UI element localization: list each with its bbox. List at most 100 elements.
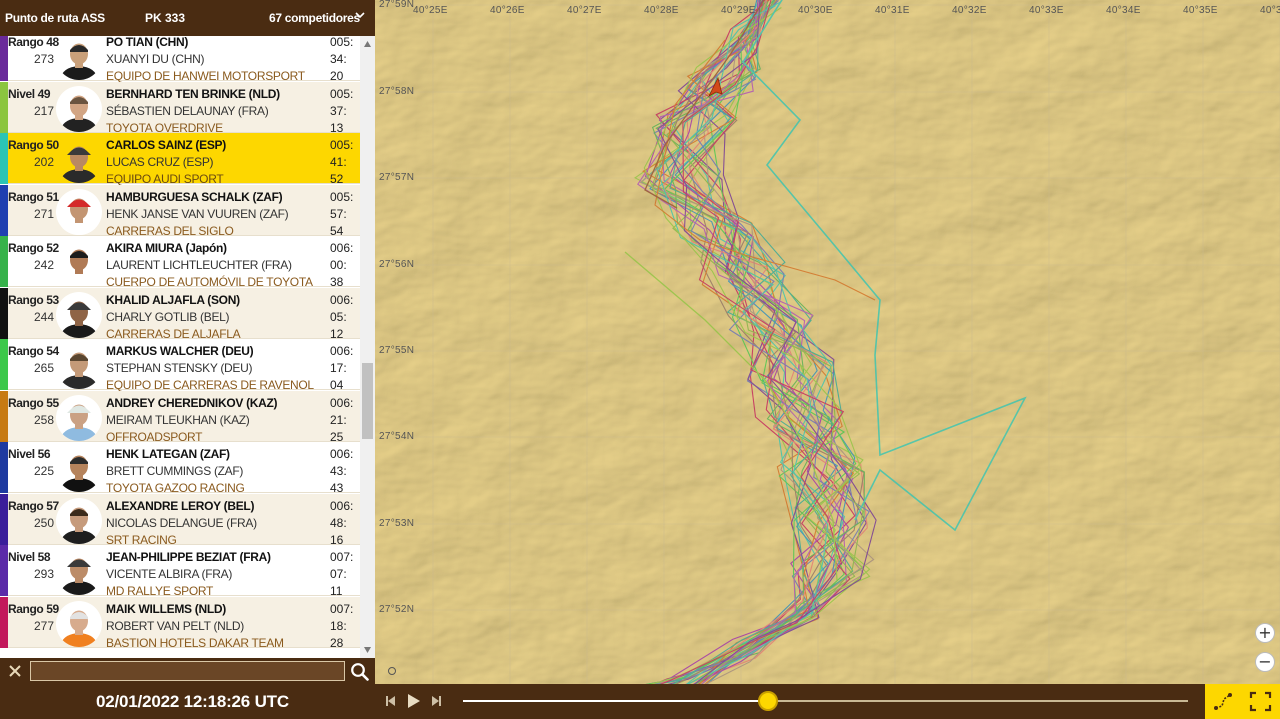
competitor-row[interactable]: Rango 52 242 AKIRA MIURA (Japón) LAURENT… (0, 236, 360, 289)
longitude-label: 40°32E (952, 5, 987, 16)
competitor-row[interactable]: Rango 50 202 CARLOS SAINZ (ESP) LUCAS CR… (0, 133, 360, 186)
latitude-label: 27°58N (379, 86, 415, 97)
split-time-hours: 007: (330, 550, 354, 564)
split-time-minutes: 34: (330, 52, 347, 66)
split-time-hours: 007: (330, 601, 354, 616)
split-time-hours: 005: (330, 189, 354, 204)
skip-back-icon[interactable] (383, 693, 399, 709)
codriver-name: HENK JANSE VAN VUUREN (ZAF) (106, 206, 289, 221)
split-time-minutes: 07: (330, 567, 347, 581)
longitude-label: 40°31E (875, 5, 910, 16)
competitor-row[interactable]: Rango 51 271 HAMBURGUESA SCHALK (ZAF) HE… (0, 184, 360, 238)
team-color-band (0, 596, 8, 648)
competitor-row[interactable]: Rango 53 244 KHALID ALJAFLA (SON) CHARLY… (0, 287, 360, 341)
driver-name: ALEXANDRE LEROY (BEL) (106, 498, 255, 513)
latitude-label: 27°53N (379, 518, 415, 529)
waypoint-selector[interactable]: Punto de ruta ASS (5, 11, 105, 25)
latitude-label: 27°55N (379, 345, 415, 356)
competitor-row[interactable]: Nivel 49 217 BERNHARD TEN BRINKE (NLD) S… (0, 81, 360, 135)
rank-label: Rango 54 (8, 344, 59, 358)
competitor-row[interactable]: Rango 57 250 ALEXANDRE LEROY (BEL) NICOL… (0, 493, 360, 547)
split-time-minutes: 41: (330, 155, 347, 169)
map-view[interactable]: 40°25E 40°26E 40°27E 40°28E 40°29E 40°30E 40°3… (375, 0, 1280, 684)
driver-name: JEAN-PHILIPPE BEZIAT (FRA) (106, 550, 271, 564)
driver-name: CARLOS SAINZ (ESP) (106, 138, 226, 152)
split-time-hours: 006: (330, 241, 354, 255)
avatar (56, 137, 102, 183)
avatar (56, 600, 102, 647)
team-color-band (0, 390, 8, 442)
chevron-down-icon[interactable] (355, 10, 365, 20)
driver-name: HAMBURGUESA SCHALK (ZAF) (106, 189, 283, 204)
codriver-name: LAURENT LICHTLEUCHTER (FRA) (106, 258, 292, 272)
team-color-band (0, 442, 8, 493)
latitude-label: 27°52N (379, 604, 415, 615)
split-time-minutes: 05: (330, 309, 347, 324)
scroll-up-icon[interactable] (363, 40, 372, 48)
competitor-row[interactable]: Rango 59 277 MAIK WILLEMS (NLD) ROBERT V… (0, 596, 360, 650)
team-name: BASTION HOTELS DAKAR TEAM (106, 635, 284, 650)
avatar (56, 446, 102, 492)
car-number: 242 (34, 258, 55, 272)
codriver-name: CHARLY GOTLIB (BEL) (106, 309, 230, 324)
avatar (56, 36, 102, 80)
car-number: 225 (34, 464, 55, 478)
longitude-label: 40°29E (721, 5, 756, 16)
longitude-label: 40°33E (1029, 5, 1064, 16)
play-icon[interactable] (405, 693, 421, 709)
competitor-row[interactable]: Rango 48 273 PO TIAN (CHN) XUANYI DU (CH… (0, 36, 360, 83)
timeline-thumb[interactable] (757, 691, 778, 711)
competitor-row[interactable]: Rango 55 258 ANDREY CHEREDNIKOV (KAZ) ME… (0, 390, 360, 444)
latitude-label: 27°57N (379, 172, 415, 183)
scale-indicator (388, 667, 396, 675)
search-icon[interactable] (350, 662, 369, 681)
driver-name: MARKUS WALCHER (DEU) (106, 344, 254, 358)
team-color-band (0, 81, 8, 133)
car-number: 273 (34, 52, 55, 66)
skip-forward-icon[interactable] (428, 693, 444, 709)
close-icon[interactable] (7, 663, 23, 679)
competitor-panel: Punto de ruta ASS PK 333 67 competidores… (0, 0, 375, 684)
split-time-hours: 006: (330, 395, 354, 410)
timeline-progress (463, 700, 768, 702)
competitor-row[interactable]: Rango 54 265 MARKUS WALCHER (DEU) STEPHA… (0, 339, 360, 392)
search-input[interactable] (30, 661, 345, 681)
map-canvas (375, 0, 1280, 684)
rank-label: Nivel 58 (8, 550, 51, 564)
pk-label: PK 333 (145, 11, 186, 25)
car-number: 271 (34, 206, 55, 221)
avatar (56, 343, 102, 389)
longitude-label: 40°36E (1260, 5, 1280, 16)
codriver-name: LUCAS CRUZ (ESP) (106, 155, 214, 169)
latitude-label: 27°59N (379, 0, 415, 10)
route-view-button[interactable] (1205, 684, 1241, 719)
competitor-row[interactable]: Nivel 56 225 HENK LATEGAN (ZAF) BRETT CU… (0, 442, 360, 495)
car-number: 250 (34, 515, 55, 530)
codriver-name: STEPHAN STENSKY (DEU) (106, 361, 253, 375)
panel-header: Punto de ruta ASS PK 333 67 competidores (0, 0, 375, 36)
competitor-row[interactable]: Nivel 58 293 JEAN-PHILIPPE BEZIAT (FRA) … (0, 545, 360, 598)
zoom-in-button[interactable]: + (1255, 623, 1275, 643)
list-scrollbar[interactable] (360, 36, 375, 658)
longitude-label: 40°34E (1106, 5, 1141, 16)
team-color-band (0, 339, 8, 390)
scroll-down-icon[interactable] (363, 646, 372, 654)
competitor-list: Rango 48 273 PO TIAN (CHN) XUANYI DU (CH… (0, 36, 360, 658)
fullscreen-button[interactable] (1241, 684, 1280, 719)
search-bar (0, 658, 375, 684)
codriver-name: ROBERT VAN PELT (NLD) (106, 618, 244, 633)
split-time-hours: 006: (330, 292, 354, 307)
split-time-seconds: 28 (330, 635, 344, 650)
team-color-band (0, 36, 8, 81)
avatar (56, 240, 102, 286)
avatar (56, 85, 102, 132)
avatar (56, 291, 102, 338)
driver-name: BERNHARD TEN BRINKE (NLD) (106, 86, 280, 101)
scroll-thumb[interactable] (362, 363, 373, 439)
latitude-label: 27°54N (379, 431, 415, 442)
car-number: 202 (34, 155, 55, 169)
driver-name: AKIRA MIURA (Japón) (106, 241, 227, 255)
car-number: 244 (34, 309, 55, 324)
competitors-dropdown[interactable]: 67 competidores (269, 11, 360, 25)
zoom-out-button[interactable]: − (1255, 652, 1275, 672)
